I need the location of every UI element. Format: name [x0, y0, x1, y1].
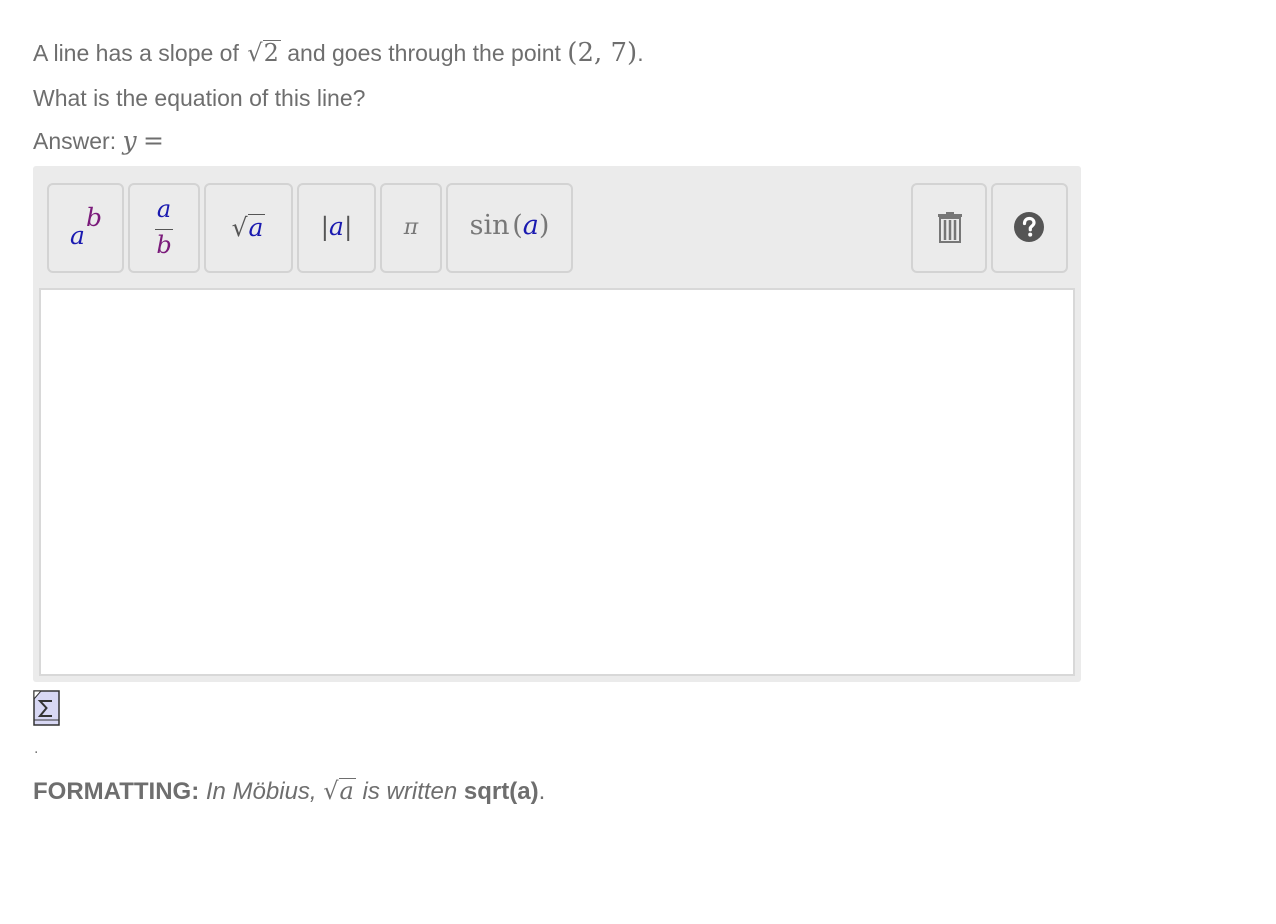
abs-button[interactable]: |a|: [297, 183, 376, 273]
sqrt-symbol: √a: [231, 213, 266, 242]
formatting-sqrt-arg: a: [338, 777, 356, 805]
pi-symbol: π: [403, 215, 419, 240]
power-button[interactable]: a b: [47, 183, 124, 273]
equation-editor: a b a b √a |a| π sin (a): [33, 166, 1081, 682]
formatting-sqrt: √a: [323, 777, 356, 805]
sigma-icon[interactable]: [33, 690, 60, 726]
sin-function: sin: [469, 210, 510, 241]
fraction-numerator: a: [156, 195, 172, 223]
slope-radicand: 2: [262, 39, 281, 67]
formatting-end: .: [538, 778, 546, 805]
answer-label-row: Answer: y =: [33, 126, 164, 155]
answer-variable: y: [122, 126, 137, 155]
fraction-denominator: b: [156, 231, 172, 259]
power-exponent: b: [86, 203, 103, 232]
help-icon: [1014, 212, 1044, 242]
question-text-middle: and goes through the point: [287, 40, 561, 66]
formatting-code: sqrt(a): [463, 778, 539, 805]
sin-button[interactable]: sin (a): [446, 183, 573, 273]
fraction-bar: [155, 229, 173, 230]
formatting-note: FORMATTING: In Möbius, √a is written sqr…: [33, 777, 545, 806]
clear-button[interactable]: [911, 183, 987, 273]
abs-arg: a: [329, 212, 344, 241]
sqrt-button[interactable]: √a: [204, 183, 293, 273]
sin-arg: a: [522, 210, 539, 241]
help-button[interactable]: [991, 183, 1068, 273]
math-input-area[interactable]: [39, 288, 1075, 676]
question-line-1: A line has a slope of √2 and goes throug…: [33, 38, 644, 68]
answer-equals: =: [143, 126, 164, 155]
separator-dot: .: [34, 740, 39, 757]
sin-symbol: sin (a): [469, 210, 550, 241]
point-value: (2, 7): [567, 38, 638, 68]
question-text-prefix: A line has a slope of: [33, 40, 239, 66]
formatting-label: FORMATTING:: [33, 778, 200, 805]
power-base: a: [70, 221, 85, 250]
answer-label: Answer:: [33, 128, 117, 154]
trash-icon: [938, 212, 962, 243]
fraction-button[interactable]: a b: [128, 183, 200, 273]
formatting-text-1: In Möbius,: [205, 778, 317, 805]
pi-button[interactable]: π: [380, 183, 442, 273]
question-text-end: .: [637, 40, 644, 66]
question-line-2: What is the equation of this line?: [33, 85, 366, 111]
sqrt-arg: a: [247, 213, 266, 242]
formatting-text-2: is written: [362, 778, 458, 805]
abs-symbol: |a|: [320, 212, 353, 241]
slope-sqrt: √2: [247, 39, 281, 67]
